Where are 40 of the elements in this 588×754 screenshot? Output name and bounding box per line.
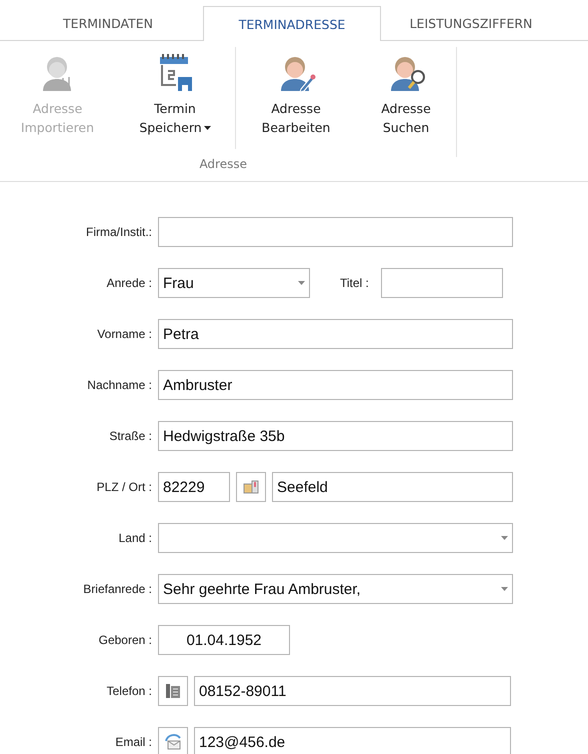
dropdown-field[interactable] <box>158 523 513 553</box>
text-field[interactable] <box>380 268 503 298</box>
text-field[interactable]: Ambruster <box>158 370 513 400</box>
dropdown-field[interactable]: Frau <box>158 268 310 298</box>
field-label: Firma/Instit.: <box>84 225 152 239</box>
mailbox-button[interactable] <box>236 472 266 502</box>
ribbon-button[interactable]: Termin Speichern <box>115 47 235 149</box>
dropdown-arrow-icon <box>501 536 508 540</box>
field-label: Briefanrede : <box>82 582 152 596</box>
field-label: Telefon : <box>106 684 152 698</box>
field-label: Anrede : <box>106 276 152 290</box>
dropdown-arrow-icon <box>501 587 508 591</box>
group-label: Adresse <box>199 157 247 173</box>
field-label: Vorname : <box>96 327 152 341</box>
envelope-icon <box>164 733 182 751</box>
phone-button[interactable] <box>158 676 188 706</box>
ribbon-button[interactable]: Adresse Suchen <box>356 47 456 157</box>
email-field[interactable]: 123@456.de <box>194 727 511 754</box>
field-label: Nachname : <box>86 378 152 392</box>
city-field[interactable]: Seefeld <box>272 472 513 502</box>
field-label: Titel : <box>340 276 369 290</box>
text-field[interactable] <box>158 217 513 247</box>
email-button[interactable] <box>158 727 188 754</box>
field-label: Geboren : <box>98 633 152 647</box>
phone-icon <box>165 683 181 699</box>
field-label: PLZ / Ort : <box>96 480 152 494</box>
mailbox-icon <box>243 480 259 494</box>
field-label: Email : <box>114 735 152 749</box>
text-field[interactable]: Petra <box>158 319 513 349</box>
date-field[interactable]: 01.04.1952 <box>158 625 290 655</box>
field-label: Land : <box>118 531 152 545</box>
field-label: Straße : <box>108 429 152 443</box>
phone-field[interactable]: 08152-89011 <box>194 676 511 706</box>
text-field[interactable]: Hedwigstraße 35b <box>158 421 513 451</box>
zip-field[interactable]: 82229 <box>158 472 230 502</box>
ribbon-button[interactable]: Adresse Bearbeiten <box>236 47 356 157</box>
dropdown-arrow-icon <box>298 281 305 285</box>
tab[interactable]: TERMINADRESSE <box>203 6 381 41</box>
caret-icon <box>204 126 211 130</box>
dropdown-field[interactable]: Sehr geehrte Frau Ambruster, <box>158 574 513 604</box>
